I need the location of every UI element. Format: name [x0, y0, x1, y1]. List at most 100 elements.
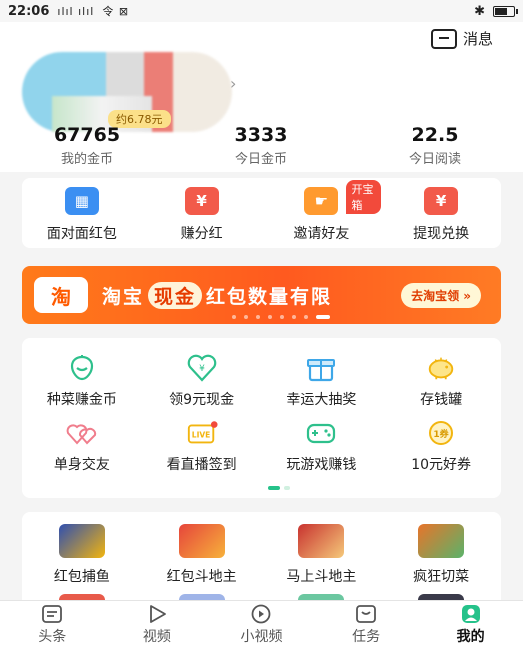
status-time: 22:06	[8, 3, 50, 19]
coupon-button[interactable]: 1券 10元好券	[381, 409, 501, 474]
stat-label: 我的金币	[60, 152, 113, 167]
pager-dot-active	[268, 486, 280, 490]
dating-button[interactable]: 单身交友	[22, 409, 142, 474]
game-label: 红包捕鱼	[53, 569, 110, 585]
grid-pager	[268, 486, 290, 490]
quick-action-label: 面对面红包	[46, 226, 117, 242]
face-to-face-redpacket-button[interactable]: ▦ 面对面红包	[22, 178, 142, 248]
messages-button[interactable]: 消息	[430, 28, 493, 49]
stat-label: 今日金币	[234, 152, 287, 167]
pager-dot	[292, 315, 296, 319]
pager-dot	[268, 315, 272, 319]
profile-icon	[461, 604, 480, 623]
game-poker[interactable]: 红包斗地主	[142, 512, 262, 586]
stat-my-coins[interactable]: 67765 我的金币	[0, 124, 174, 167]
tab-headlines[interactable]: 头条	[0, 601, 105, 648]
wifi-icon: 令 ⊠	[102, 5, 130, 18]
farm-coins-button[interactable]: 种菜赚金币	[22, 338, 142, 409]
stat-value: 3333	[234, 124, 288, 146]
heart-cash-icon: ¥	[186, 354, 218, 382]
hearts-icon	[66, 419, 98, 447]
tab-label: 头条	[38, 628, 67, 645]
grid-label: 存钱罐	[420, 392, 463, 408]
landlord-game-icon	[298, 524, 345, 558]
play-games-button[interactable]: 玩游戏赚钱	[262, 409, 382, 474]
task-icon	[356, 604, 376, 623]
tab-me[interactable]: 我的	[418, 601, 523, 648]
grid-label: 玩游戏赚钱	[286, 457, 357, 473]
taobao-banner[interactable]: 淘 淘宝 现金 红包数量有限 去淘宝领 »	[22, 266, 501, 324]
withdraw-button[interactable]: ¥ 提现兑换	[381, 178, 501, 248]
bluetooth-icon: ✱	[474, 3, 485, 19]
profile-header: 消息 › 约6.78元 67765 我的金币 3333 今日金币 22.5 今日…	[0, 22, 523, 172]
poker-game-icon	[178, 524, 225, 558]
go-taobao-button[interactable]: 去淘宝领 »	[401, 282, 481, 308]
pager-dot	[232, 315, 236, 319]
pager-dot	[304, 315, 308, 319]
messages-label: 消息	[462, 30, 493, 48]
status-bar: 22:06 ılıl ılıl 令 ⊠ ✱	[0, 0, 523, 22]
game-fishing[interactable]: 红包捕鱼	[22, 512, 142, 586]
grid-label: 10元好券	[411, 457, 472, 473]
taobao-logo: 淘	[34, 277, 88, 313]
gamepad-icon	[305, 419, 337, 447]
quick-action-label: 提现兑换	[413, 226, 470, 242]
get-cash-button[interactable]: ¥ 领9元现金	[142, 338, 262, 409]
banner-text-suffix: 红包数量有限	[206, 285, 333, 308]
bottom-tab-bar: 头条 视频 小视频 任务 我的	[0, 600, 523, 648]
banner-text: 淘宝 现金 红包数量有限	[102, 281, 333, 309]
grid-label: 种菜赚金币	[46, 392, 117, 408]
quick-action-label: 赚分红	[180, 226, 223, 242]
video-icon	[149, 604, 166, 623]
invite-hand-icon: ☛	[304, 187, 339, 215]
feature-grid: 种菜赚金币 ¥ 领9元现金 幸运大抽奖 存钱罐 单身交友 LIVE 看直播签到 …	[22, 338, 501, 498]
tab-video[interactable]: 视频	[105, 601, 210, 648]
game-landlord[interactable]: 马上斗地主	[262, 512, 382, 586]
games-section: 红包捕鱼 红包斗地主 马上斗地主 疯狂切菜	[22, 512, 501, 612]
pager-dot-active	[316, 315, 330, 319]
withdraw-envelope-icon: ¥	[424, 187, 459, 215]
grid-label: 单身交友	[53, 457, 110, 473]
stats-row: 67765 我的金币 3333 今日金币 22.5 今日阅读	[0, 124, 523, 167]
banner-text-highlight: 现金	[148, 281, 203, 309]
game-cutting[interactable]: 疯狂切菜	[381, 512, 501, 586]
tab-label: 我的	[456, 628, 485, 645]
svg-text:1券: 1券	[433, 428, 449, 440]
gift-box-icon	[305, 354, 337, 382]
banner-pager	[232, 315, 330, 319]
coupon-icon: 1券	[425, 419, 457, 447]
stat-value: 22.5	[411, 124, 459, 146]
message-icon	[430, 28, 457, 49]
game-label: 马上斗地主	[286, 569, 357, 585]
farm-icon	[66, 354, 98, 382]
grid-label: 幸运大抽奖	[286, 392, 357, 408]
tab-short-video[interactable]: 小视频	[209, 601, 314, 648]
qr-icon: ▦	[64, 187, 99, 215]
tab-label: 小视频	[240, 628, 283, 645]
earn-dividend-button[interactable]: ¥ 赚分红	[142, 178, 262, 248]
piggy-bank-icon	[425, 354, 457, 382]
banner-text-prefix: 淘宝	[102, 285, 145, 308]
short-video-icon	[252, 604, 271, 623]
open-chest-badge: 开宝箱	[345, 180, 382, 214]
pager-dot	[284, 486, 290, 490]
quick-actions: ▦ 面对面红包 ¥ 赚分红 ☛ 邀请好友 开宝箱 ¥ 提现兑换	[22, 178, 501, 248]
svg-text:¥: ¥	[199, 364, 205, 374]
piggy-bank-button[interactable]: 存钱罐	[381, 338, 501, 409]
signal-icon: ılıl ılıl	[57, 4, 95, 18]
pager-dot	[244, 315, 248, 319]
tab-label: 视频	[142, 628, 171, 645]
stat-today-reading[interactable]: 22.5 今日阅读	[348, 124, 522, 167]
pager-dot	[256, 315, 260, 319]
live-checkin-button[interactable]: LIVE 看直播签到	[142, 409, 262, 474]
stat-today-coins[interactable]: 3333 今日金币	[174, 124, 348, 167]
tab-label: 任务	[352, 628, 381, 645]
svg-text:LIVE: LIVE	[191, 431, 210, 440]
chevron-right-icon[interactable]: ›	[230, 74, 236, 93]
game-label: 红包斗地主	[166, 569, 237, 585]
invite-friends-button[interactable]: ☛ 邀请好友 开宝箱	[262, 178, 382, 248]
lucky-draw-button[interactable]: 幸运大抽奖	[262, 338, 382, 409]
pager-dot	[280, 315, 284, 319]
tab-tasks[interactable]: 任务	[314, 601, 419, 648]
stat-label: 今日阅读	[408, 152, 461, 167]
